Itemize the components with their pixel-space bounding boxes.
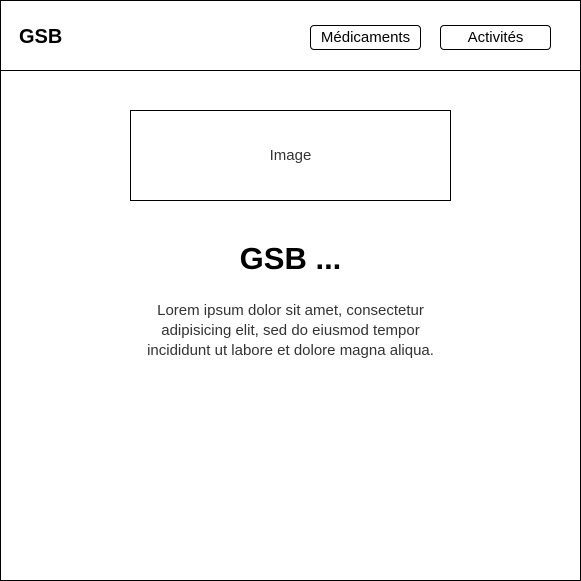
logo[interactable]: GSB (19, 25, 62, 49)
nav-button-activites[interactable]: Activités (440, 25, 551, 50)
page-frame: GSB Médicaments Activités Image GSB ... … (0, 0, 581, 581)
image-placeholder-label: Image (269, 147, 312, 164)
image-placeholder: Image (130, 110, 451, 201)
description-text: Lorem ipsum dolor sit amet, consectetur … (147, 302, 434, 359)
page-title: GSB ... (239, 241, 342, 276)
nav-button-medicaments[interactable]: Médicaments (310, 25, 421, 50)
header-bar: GSB Médicaments Activités (1, 1, 580, 71)
